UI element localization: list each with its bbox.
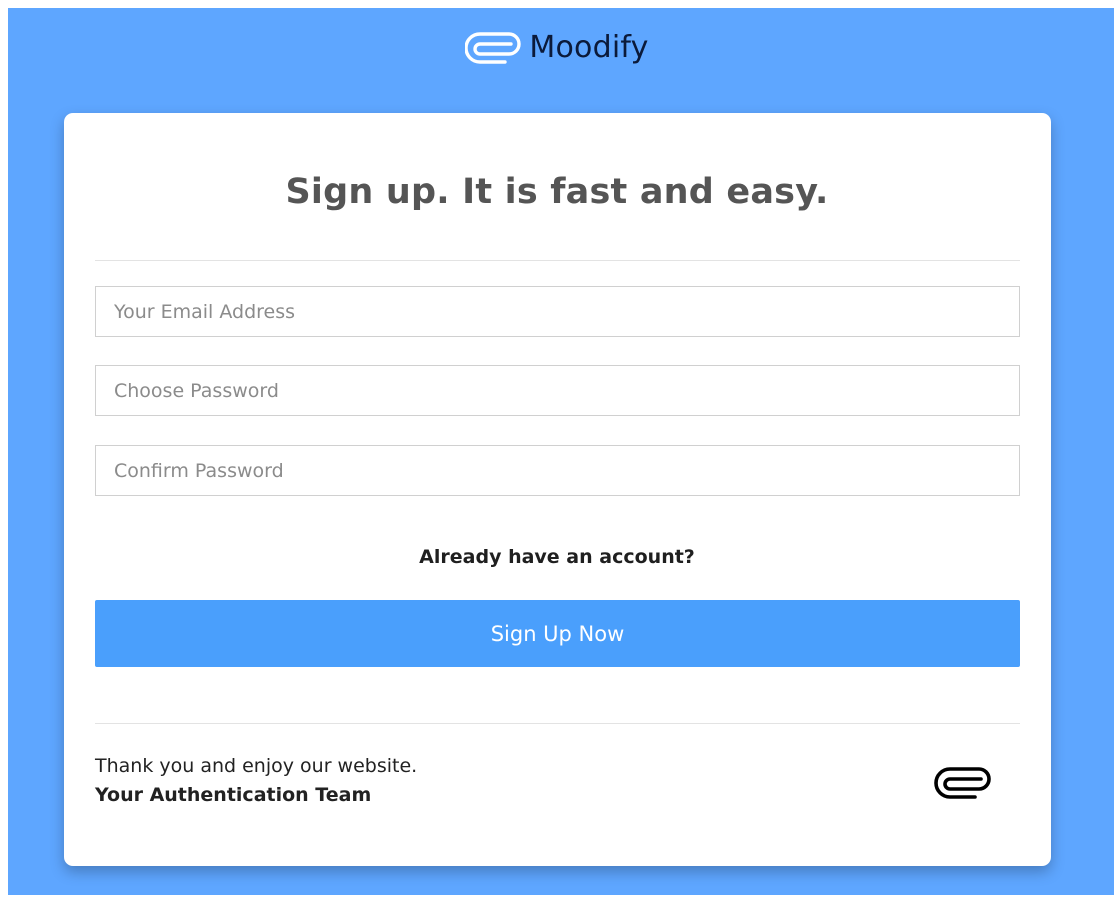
confirm-password-input[interactable] — [95, 445, 1020, 496]
sign-up-button[interactable]: Sign Up Now — [95, 600, 1020, 667]
paperclip-logo-icon — [465, 31, 522, 65]
login-link[interactable]: Already have an account? — [0, 546, 1114, 568]
password-input[interactable] — [95, 365, 1020, 416]
footer-message-block: Thank you and enjoy our website. Your Au… — [95, 752, 417, 811]
paperclip-icon — [933, 765, 993, 805]
form-title: Sign up. It is fast and easy. — [285, 172, 829, 212]
brand-header: Moodify — [0, 30, 1114, 65]
brand-name[interactable]: Moodify — [529, 30, 648, 65]
footer-team: Your Authentication Team — [95, 784, 372, 807]
divider — [95, 260, 1020, 261]
footer-message: Thank you and enjoy our website. — [95, 755, 418, 777]
footer-divider — [95, 723, 1020, 724]
email-input[interactable] — [95, 286, 1020, 337]
